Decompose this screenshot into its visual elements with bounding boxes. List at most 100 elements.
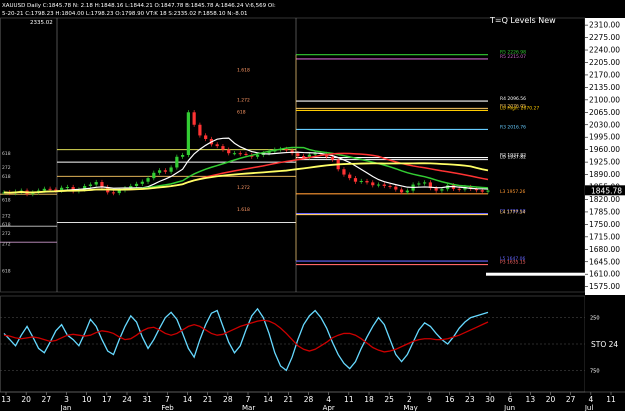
time-axis: 13 20 27 3 10 17 24 31 7 14 21 28 7 14 21 28 4 11 18 25 2 9 16… (0, 391, 625, 411)
candle-body (434, 188, 438, 191)
month-label: May (403, 404, 417, 411)
level-label: R3 2016.76 (500, 124, 526, 130)
price-tick-label: 1925.00 (589, 158, 620, 167)
price-tick-label: 1995.00 (589, 133, 620, 142)
price-tick-label: 2205.00 (589, 58, 620, 67)
price-tick-label: 2135.00 (589, 83, 620, 92)
candle-body (152, 172, 156, 179)
fib-label: 1.618 (237, 207, 250, 213)
month-label: Jul (584, 404, 594, 411)
price-tick-label: 2310.00 (589, 21, 620, 30)
stochastic-line (3, 307, 489, 372)
candle-body (134, 183, 139, 186)
candle-body (198, 124, 202, 136)
price-tick-label: 2240.00 (589, 46, 620, 55)
candle-body (94, 182, 98, 185)
price-tick-label: 1750.00 (589, 220, 620, 229)
level-label: LO 1937.82 (500, 155, 526, 161)
candle-body (388, 185, 392, 187)
candle-body (232, 153, 237, 155)
time-tick-label: 16 (445, 395, 455, 404)
candle-body (255, 155, 260, 157)
candle-body (146, 178, 150, 182)
time-tick-label: 4 (326, 395, 331, 404)
time-tick-label: 20 (21, 395, 31, 404)
left-level-label: 272 (2, 165, 11, 171)
price-tick-label: 1785.00 (589, 207, 620, 216)
candle-body (48, 188, 52, 190)
price-tick-label: 1960.00 (589, 145, 620, 154)
candle-body (284, 148, 288, 151)
left-level-label: 618 (2, 268, 11, 274)
month-label: Mar (242, 404, 255, 411)
price-tick-label: 2275.00 (589, 33, 620, 42)
candle-body (100, 182, 104, 188)
time-tick-label: 27 (42, 395, 52, 404)
candle-body (330, 156, 335, 160)
time-tick-label: 13 (526, 395, 536, 404)
price-tick-label: 2170.00 (589, 70, 620, 79)
month-label: Jan (60, 404, 72, 411)
time-tick-label: 17 (102, 395, 112, 404)
candle-body (192, 112, 196, 125)
left-level-label: 272 (2, 242, 11, 248)
time-tick-label: 14 (263, 395, 273, 404)
time-tick-label: 3 (64, 395, 69, 404)
price-tick-label: 2100.00 (589, 95, 620, 104)
info-line-1: XAUUSD Daily C:1845.78 N: 2.18 H:1848.16… (2, 3, 276, 9)
candle-body (394, 186, 398, 190)
price-axis: 2310.00 2275.00 2240.00 2205.00 2170.00 2135.… (585, 18, 625, 295)
time-tick-label: 9 (427, 395, 432, 404)
time-tick-label: 28 (223, 395, 233, 404)
candle-body (348, 174, 352, 179)
time-tick-label: 20 (546, 395, 556, 404)
candle-body (175, 156, 179, 168)
time-tick-label: 21 (284, 395, 294, 404)
level-label: R4 2096.56 (500, 96, 526, 102)
stochastic-label: STO 24 (591, 340, 618, 349)
indicator-title: T=Q Levels New (489, 16, 556, 25)
level-label: L4 1777.54 (500, 210, 526, 216)
time-tick-label: 23 (465, 395, 475, 404)
time-tick-label: 11 (606, 395, 616, 404)
fib-label: 1.272 (237, 185, 250, 191)
candle-body (215, 144, 219, 147)
candle-body (480, 190, 484, 192)
time-tick-label: 13 (1, 395, 11, 404)
price-panel: R5 2226.98R5 2215.07R4 2096.56R3 2076.05… (0, 17, 586, 293)
candle-body (417, 183, 421, 185)
time-tick-label: 4 (588, 395, 593, 404)
chart-svg: R5 2226.98R5 2215.07R4 2096.56R3 2076.05… (0, 3, 625, 411)
price-tick-label: 1890.00 (589, 170, 620, 179)
time-tick-label: 27 (566, 395, 576, 404)
candle-body (296, 153, 300, 157)
range-bar (486, 272, 585, 276)
stochastic-tick-label: 750 (590, 368, 600, 374)
price-tick-label: 1680.00 (589, 245, 620, 254)
price-tick-label: 1645.00 (589, 257, 620, 266)
candle-body (88, 184, 93, 186)
candle-body (365, 180, 369, 183)
level-label: R5 2215.07 (500, 54, 526, 60)
candle-body (405, 190, 409, 193)
fib-label: 1.272 (237, 98, 250, 104)
candle-body (440, 189, 444, 191)
time-tick-label: 6 (508, 395, 513, 404)
month-label: Jun (503, 404, 515, 411)
time-tick-label: 21 (203, 395, 213, 404)
left-level-label: 618 (2, 222, 11, 228)
price-tick-label: 1820.00 (589, 195, 620, 204)
price-tick-label: 2065.00 (589, 108, 620, 117)
info-line-2: 5-20-21 C:1798.23 H:1804.00 L:1798.23 O:… (2, 11, 247, 17)
candle-body (302, 156, 306, 158)
candle-body (382, 184, 386, 186)
left-level-label: 272 (2, 231, 11, 237)
left-level-label: 618 (2, 197, 11, 203)
price-tick-label: 1575.00 (589, 282, 620, 291)
time-tick-label: 10 (82, 395, 92, 404)
price-tick-label: 1610.00 (589, 270, 620, 279)
time-tick-label: 11 (344, 395, 354, 404)
time-tick-label: 2 (407, 395, 412, 404)
level-label: LO High: 2070.27 (500, 105, 539, 111)
candle-body (157, 170, 162, 173)
